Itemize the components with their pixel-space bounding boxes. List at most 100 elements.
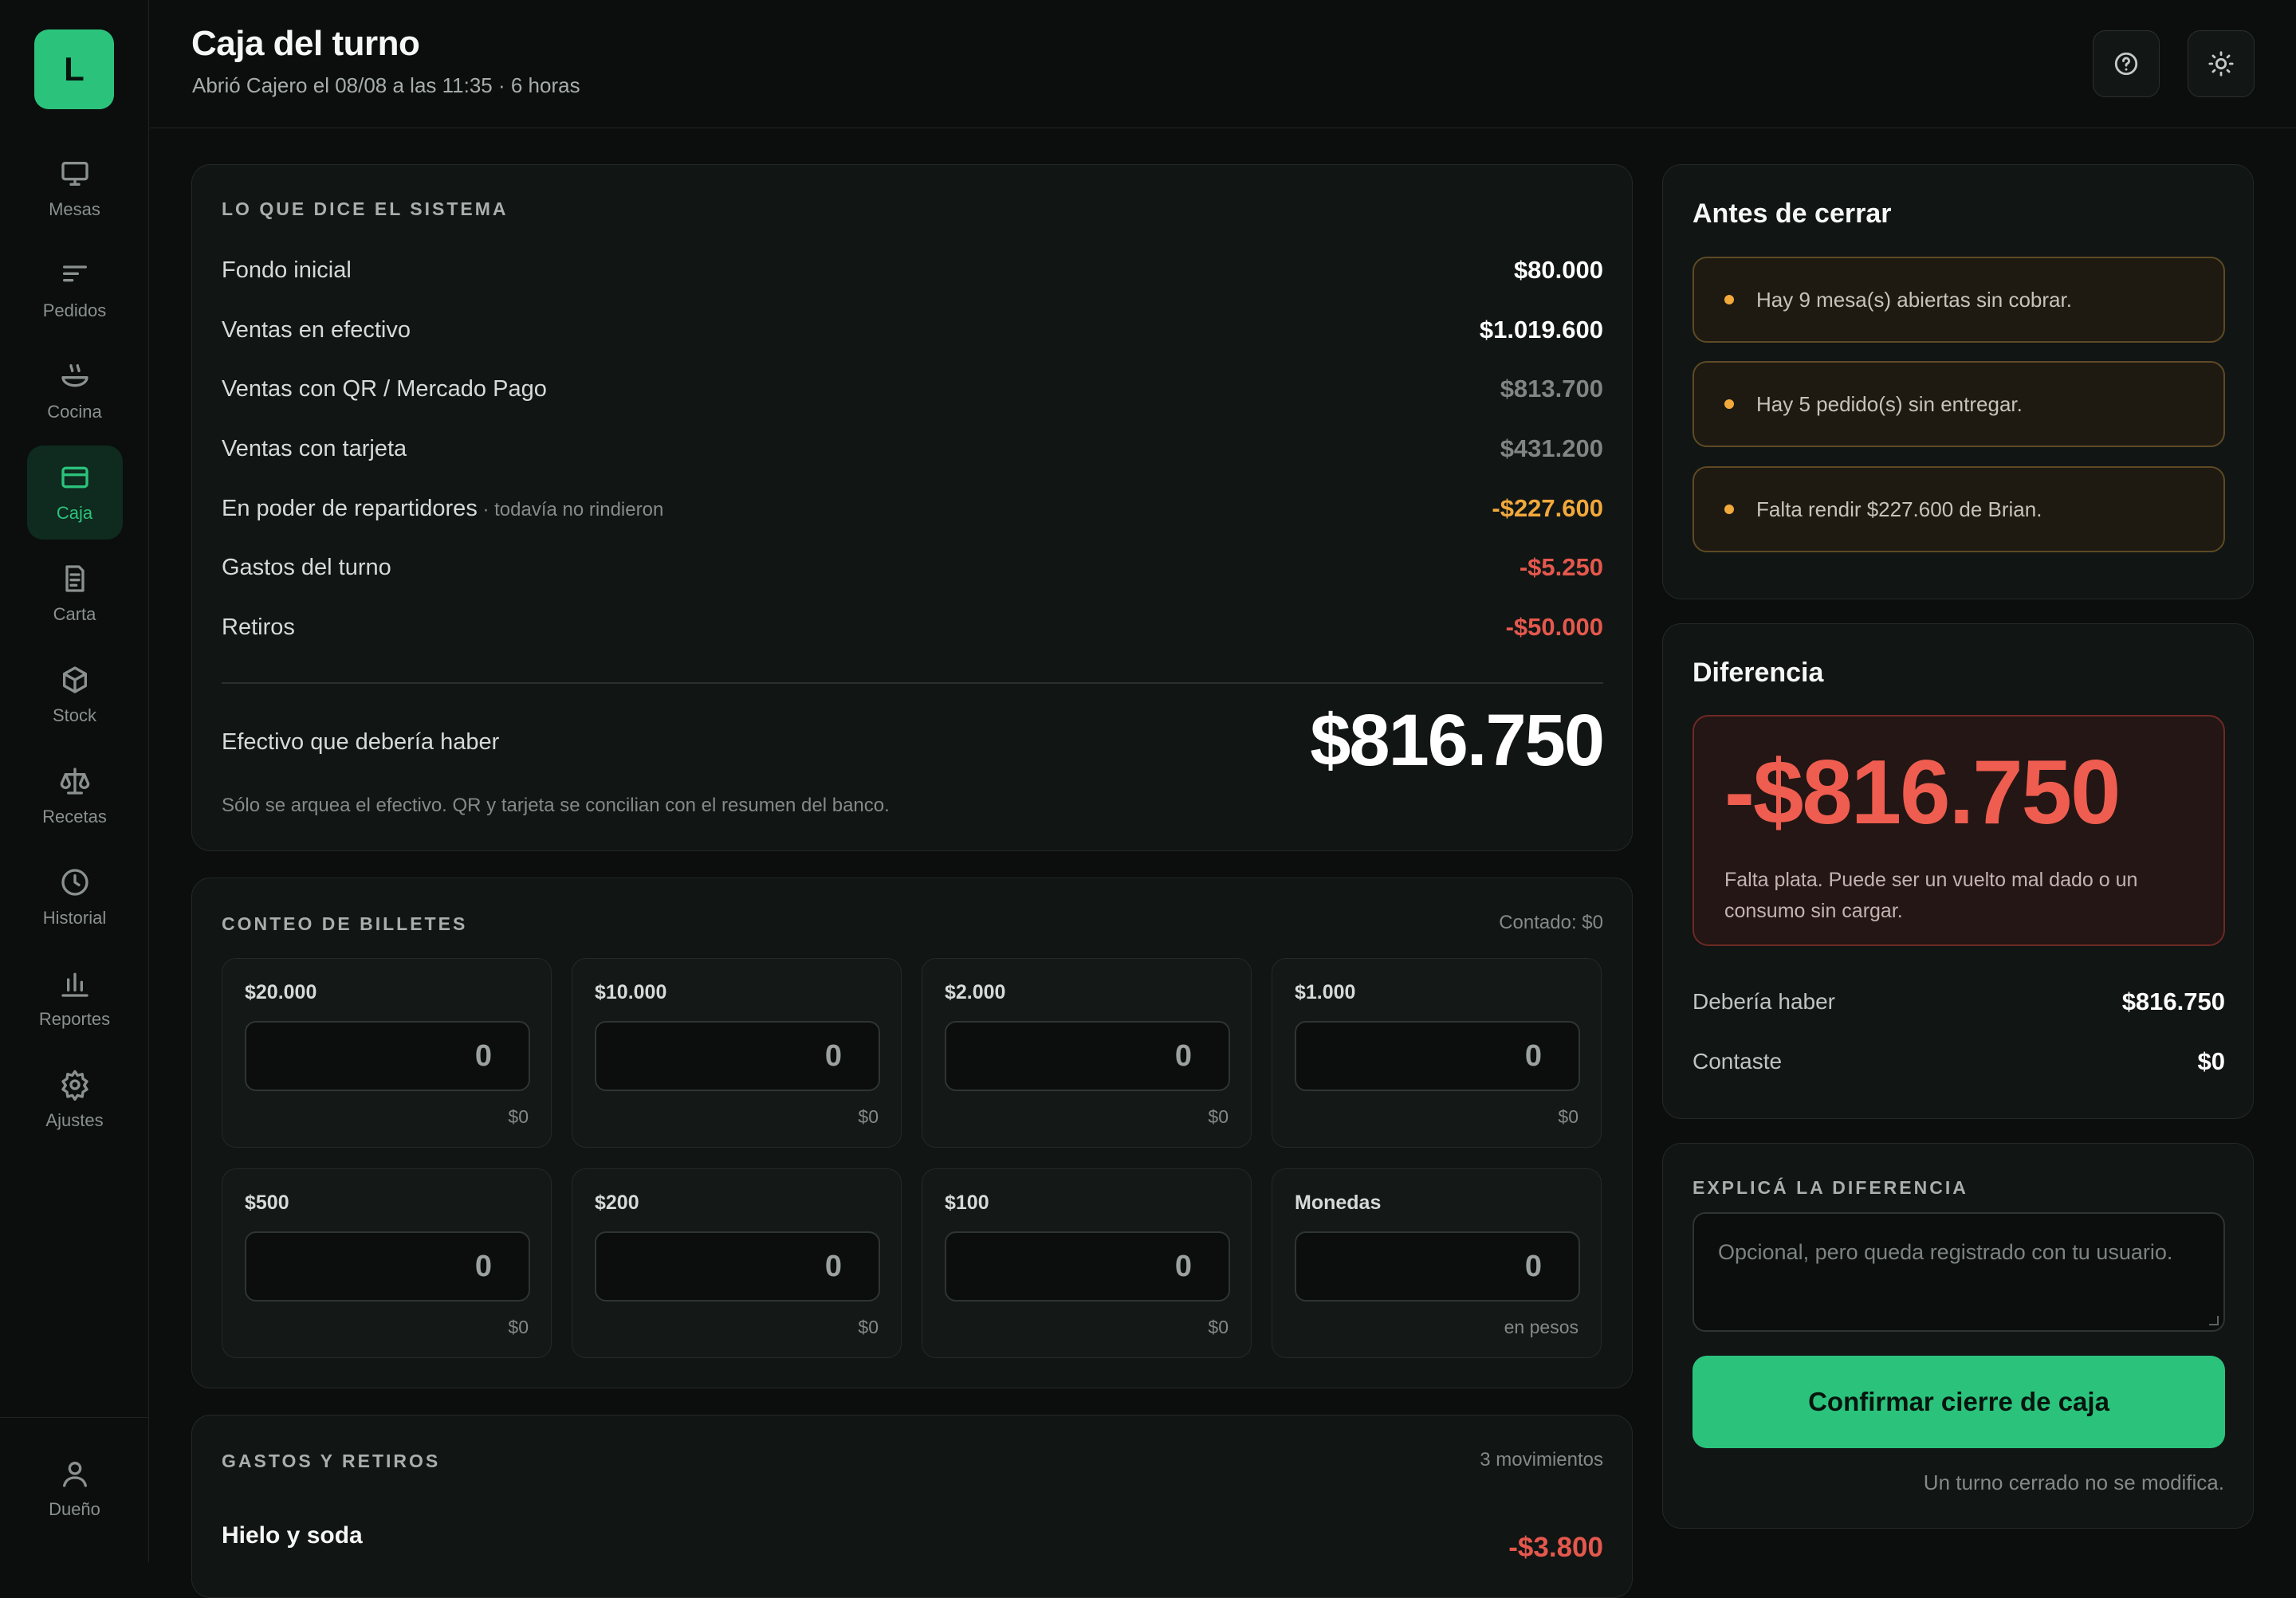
warning-item[interactable]: Hay 9 mesa(s) abiertas sin cobrar. [1693,257,2225,343]
help-button[interactable] [2093,30,2160,97]
sidebar-item-cocina[interactable]: Cocina [27,344,123,438]
sidebar-nav: Mesas Pedidos Cocina Caja Carta Stock Re… [0,142,149,1154]
confirm-note: Un turno cerrado no se modifica. [1923,1470,2224,1494]
gear-icon [61,1070,88,1101]
difference-note: Falta plata. Puede ser un vuelto mal dad… [1724,869,2138,922]
theme-toggle-button[interactable] [2188,30,2255,97]
resize-handle[interactable] [2209,1316,2219,1325]
warning-item[interactable]: Falta rendir $227.600 de Brian. [1693,466,2225,552]
sidebar-item-caja[interactable]: Caja [26,446,123,540]
summary-row-label: Retiros [222,614,295,640]
total-label: Efectivo que debería haber [222,729,500,755]
system-summary-card: LO QUE DICE EL SISTEMA Fondo inicial $80… [191,164,1633,851]
summary-row-value: $80.000 [1513,256,1603,284]
user-label: Dueño [49,1499,100,1519]
bill-count-input[interactable]: 0 [945,1231,1230,1302]
bill-count-card: CONTEO DE BILLETES Contado: $0 $20.000 0 $… [191,878,1633,1388]
warning-dot [1724,295,1734,304]
user-menu[interactable]: Dueño [27,1442,123,1536]
system-note: Sólo se arquea el efectivo. QR y tarjeta… [222,795,890,816]
bill-count-input[interactable]: 0 [1295,1021,1580,1091]
bill-count-input[interactable]: 0 [245,1021,530,1091]
confirm-close-button[interactable]: Confirmar cierre de caja [1693,1356,2225,1448]
summary-divider [222,682,1603,684]
warning-text: Hay 9 mesa(s) abiertas sin cobrar. [1756,287,2072,312]
sidebar-item-label: Caja [56,503,93,523]
summary-row-label: Gastos del turno [222,554,391,580]
move-amount: -$3.800 [1508,1532,1603,1563]
section-label: LO QUE DICE EL SISTEMA [222,198,509,219]
moves-count: 3 movimientos [1480,1449,1603,1470]
bill-subtotal: $0 [508,1106,529,1127]
sidebar-item-recetas[interactable]: Recetas [27,749,123,843]
bill-tile: $500 0 $0 [222,1168,552,1358]
bill-count-input[interactable]: 0 [595,1231,880,1302]
bill-tile: Monedas 0 en pesos [1272,1168,1602,1358]
bill-subtotal: $0 [858,1317,879,1337]
summary-row-value: $431.200 [1500,434,1603,462]
expenses-card: GASTOS Y RETIROS 3 movimientos Hielo y s… [191,1415,1633,1598]
bill-subtotal: $0 [1208,1106,1229,1127]
warning-dot [1724,399,1734,409]
page-title: Caja del turno [191,24,420,63]
sidebar-footer: Dueño [0,1417,149,1562]
section-label: EXPLICÁ LA DIFERENCIA [1693,1177,1968,1198]
bill-subtotal: $0 [1558,1106,1578,1127]
bill-label: $20.000 [245,981,317,1003]
clock-icon [61,869,88,896]
summary-row-label: Fondo inicial [222,257,352,283]
list-icon [62,265,87,282]
summary-row-value: -$50.000 [1505,613,1603,641]
bill-count-input[interactable]: 0 [1295,1231,1580,1302]
app-logo[interactable]: L [34,29,114,109]
bill-tile: $2.000 0 $0 [922,958,1252,1148]
sidebar-item-pedidos[interactable]: Pedidos [27,243,123,337]
sidebar-item-stock[interactable]: Stock [27,648,123,742]
page-header: Caja del turno Abrió Cajero el 08/08 a l… [150,0,2296,128]
counted-total: Contado: $0 [1499,912,1603,933]
card-title: Antes de cerrar [1693,198,1892,229]
sun-icon [2208,51,2234,77]
counted-label: Contaste [1693,1049,1783,1074]
difference-value: -$816.750 [1724,742,2121,843]
bill-tile: $20.000 0 $0 [222,958,552,1148]
bill-label: $500 [245,1192,289,1214]
sidebar-item-historial[interactable]: Historial [27,850,123,944]
counted-row: Contaste $0 [1693,1042,2225,1082]
bill-count-input[interactable]: 0 [945,1021,1230,1091]
bill-subtotal: $0 [1208,1317,1229,1337]
scale-icon [60,768,89,795]
before-close-card: Antes de cerrar Hay 9 mesa(s) abiertas s… [1662,164,2254,599]
bill-count-input[interactable]: 0 [245,1231,530,1302]
explanation-textarea[interactable]: Opcional, pero queda registrado con tu u… [1693,1212,2225,1332]
bill-label: $1.000 [1295,981,1356,1003]
summary-row: Gastos del turno -$5.250 [222,548,1603,587]
bill-count-input[interactable]: 0 [595,1021,880,1091]
bill-subtotal: en pesos [1504,1317,1578,1337]
user-icon [62,1462,87,1487]
sidebar-item-ajustes[interactable]: Ajustes [27,1053,123,1147]
card-icon [61,466,88,489]
move-name: Hielo y soda [222,1522,363,1549]
summary-row-value: $813.700 [1500,375,1603,402]
total-value: $816.750 [1310,700,1605,781]
summary-row: Retiros -$50.000 [222,607,1603,647]
summary-row: Fondo inicial $80.000 [222,250,1603,290]
counted-value: $0 [2197,1047,2225,1075]
bill-tile: $10.000 0 $0 [572,958,902,1148]
card-title: Diferencia [1693,658,1824,688]
sidebar-item-mesas[interactable]: Mesas [27,142,123,236]
warning-item[interactable]: Hay 5 pedido(s) sin entregar. [1693,361,2225,447]
sidebar-item-carta[interactable]: Carta [27,547,123,641]
summary-row-value: -$5.250 [1519,553,1603,581]
help-icon [2114,52,2138,76]
monitor-icon [61,162,88,186]
sidebar-item-label: Stock [52,705,97,725]
section-label: CONTEO DE BILLETES [222,913,468,934]
summary-row: En poder de repartidores · todavía no ri… [222,489,1603,528]
warning-dot [1724,505,1734,514]
bill-label: $10.000 [595,981,667,1003]
page-subtitle: Abrió Cajero el 08/08 a las 11:35 · 6 ho… [192,73,580,97]
bill-label: $200 [595,1192,639,1214]
sidebar-item-reportes[interactable]: Reportes [27,952,123,1046]
